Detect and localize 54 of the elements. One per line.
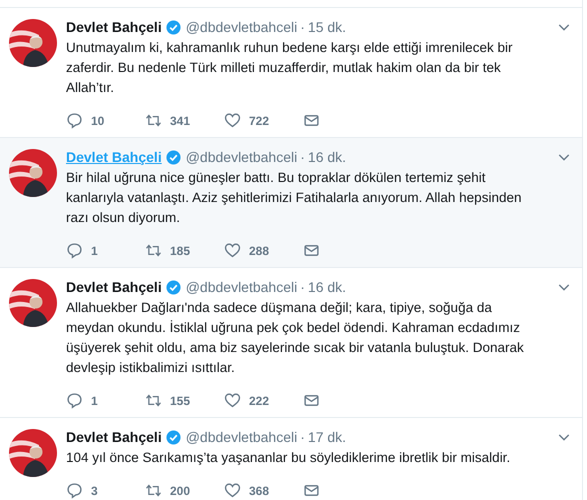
retweet-icon <box>145 392 162 409</box>
retweet-icon <box>145 482 162 499</box>
author-name[interactable]: Devlet Bahçeli <box>66 18 162 36</box>
reply-button[interactable]: 1 <box>66 242 145 259</box>
separator: · <box>300 18 305 36</box>
heart-icon <box>224 482 241 499</box>
timestamp[interactable]: 17 dk. <box>308 428 346 446</box>
author-handle[interactable]: @dbdevletbahceli <box>186 18 298 36</box>
reply-button[interactable]: 1 <box>66 392 145 409</box>
like-button[interactable]: 722 <box>224 112 303 129</box>
message-icon[interactable] <box>303 392 320 409</box>
caret-icon[interactable] <box>558 152 570 162</box>
retweet-button[interactable]: 185 <box>145 242 224 259</box>
tweet-text: Unutmayalım ki, kahramanlık ruhun bedene karşı elde ettiği imrenilecek bir zaferdir. Bu nedenle Türk milleti muzafferdir, mutlak hakim olan da bir tek Allah’tır. <box>66 39 514 97</box>
separator: · <box>300 148 305 166</box>
like-button[interactable]: 368 <box>224 482 303 499</box>
author-handle[interactable]: @dbdevletbahceli <box>186 428 298 446</box>
retweet-button[interactable]: 200 <box>145 482 224 499</box>
retweet-icon <box>145 112 162 129</box>
retweet-icon <box>145 242 162 259</box>
tweet-card[interactable] <box>0 137 582 267</box>
like-button[interactable]: 222 <box>224 392 303 409</box>
reply-button[interactable]: 10 <box>66 112 145 129</box>
message-icon[interactable] <box>303 482 320 499</box>
author-name[interactable]: Devlet Bahçeli <box>66 148 162 166</box>
author-handle[interactable]: @dbdevletbahceli <box>186 278 298 296</box>
separator: · <box>300 428 305 446</box>
reply-icon <box>66 242 83 259</box>
tweet-text: Bir hilal uğruna nice güneşler battı. Bu topraklar dökülen tertemiz şehit kanlarıyla vatanlaştı. Aziz şehitlerimizi Fatihalarla anıyorum. Allah hepsinden razı olsun diyorum. <box>66 169 522 227</box>
reply-icon <box>66 112 83 129</box>
reply-button[interactable]: 3 <box>66 482 145 499</box>
reply-icon <box>66 482 83 499</box>
caret-icon[interactable] <box>558 282 570 292</box>
author-name[interactable]: Devlet Bahçeli <box>66 428 162 446</box>
tweet-text: 104 yıl önce Sarıkamış’ta yaşananlar bu söylediklerime ibretlik bir misaldir. <box>66 449 512 467</box>
message-icon[interactable] <box>303 112 320 129</box>
reply-icon <box>66 392 83 409</box>
author-name[interactable]: Devlet Bahçeli <box>66 278 162 296</box>
timestamp[interactable]: 15 dk. <box>308 18 346 36</box>
caret-icon[interactable] <box>558 22 570 32</box>
retweet-button[interactable]: 155 <box>145 392 224 409</box>
tweet-card[interactable]: Devlet Bahçeli @dbdevletbahceli · 17 dk. 104 yıl önce Sarıkamış’ta yaşananlar bu söylediklerime ibretlik bir misaldir. 3 200 368 <box>0 417 582 500</box>
tweet-text: Allahuekber Dağları'nda sadece düşmana değil; kara, tipiye, soğuğa da meydan okundu. İstiklal uğruna pek çok bedel ödendi. Kahraman ecdadımız üşüyerek şehit oldu, ama biz sayelerinde sıcak bir vatanla buluştuk. Donarak devleşip istikbalimizi ısıttılar. <box>66 299 525 377</box>
retweet-button[interactable]: 341 <box>145 112 224 129</box>
timestamp[interactable]: 16 dk. <box>308 278 346 296</box>
like-button[interactable]: 288 <box>224 242 303 259</box>
caret-icon[interactable] <box>558 432 570 442</box>
message-icon[interactable] <box>303 242 320 259</box>
heart-icon <box>224 392 241 409</box>
timestamp[interactable]: 16 dk. <box>308 148 346 166</box>
heart-icon <box>224 242 241 259</box>
author-handle[interactable]: @dbdevletbahceli <box>186 148 298 166</box>
heart-icon <box>224 112 241 129</box>
separator: · <box>300 278 305 296</box>
